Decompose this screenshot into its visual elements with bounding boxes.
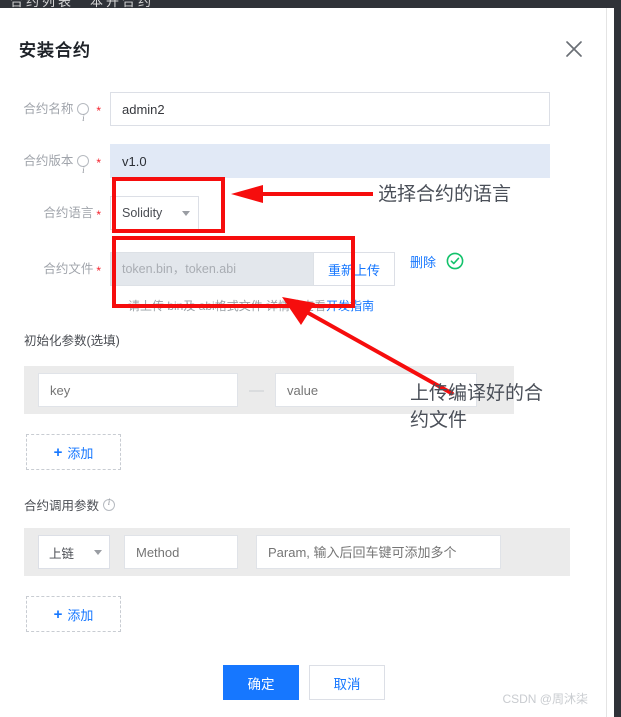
screenshot-root: 合约列表 本开合约 安装合约 合约名称 * 合约版本 <box>0 0 621 717</box>
init-param-value-input[interactable] <box>275 373 477 407</box>
contract-file-helper-prefix: 请上传 bin及 abi格式文件 详情请查看 <box>128 299 327 313</box>
plus-icon: + <box>53 605 63 623</box>
init-params-row: — <box>24 366 514 414</box>
delete-file-button[interactable]: 删除 <box>410 252 436 271</box>
page-right-edge-bar <box>614 0 621 717</box>
chevron-down-icon <box>94 549 102 555</box>
cancel-button[interactable]: 取消 <box>309 665 385 700</box>
contract-file-helper-text: 请上传 bin及 abi格式文件 详情请查看开发指南 <box>128 297 374 314</box>
contract-file-name-display: token.bin，token.abi <box>110 252 314 286</box>
confirm-button[interactable]: 确定 <box>223 665 299 700</box>
info-icon[interactable] <box>77 153 90 187</box>
contract-file-actions: 重新上传 <box>314 252 396 286</box>
field-row-contract-version: 合约版本 * <box>0 144 607 187</box>
chain-action-selected-value: 上链 <box>49 546 75 561</box>
plus-icon: + <box>53 443 63 461</box>
reupload-button[interactable]: 重新上传 <box>328 260 380 279</box>
add-call-param-label: 添加 <box>67 607 94 623</box>
dev-guide-link[interactable]: 开发指南 <box>326 299 374 313</box>
field-row-contract-language: 合约语言 * Solidity <box>0 196 607 230</box>
init-param-key-input[interactable] <box>38 373 238 407</box>
required-mark: * <box>96 208 101 222</box>
call-params-title: 合约调用参数 <box>24 495 119 514</box>
label-contract-file: 合约文件 * <box>0 252 110 286</box>
label-contract-language-text: 合约语言 <box>43 206 94 220</box>
contract-version-input[interactable] <box>110 144 550 178</box>
required-mark: * <box>96 104 101 118</box>
contract-language-selected-value: Solidity <box>122 206 163 220</box>
param-separator: — <box>249 381 264 399</box>
top-bar-fragment-left: 合约列表 <box>10 0 75 8</box>
init-params-title: 初始化参数(选填) <box>24 330 120 349</box>
info-icon[interactable] <box>77 101 90 135</box>
label-contract-version-text: 合约版本 <box>23 154 74 168</box>
dialog-title: 安装合约 <box>19 41 91 60</box>
close-icon[interactable] <box>563 38 585 60</box>
add-init-param-label: 添加 <box>67 445 94 461</box>
contract-name-input[interactable] <box>110 92 550 126</box>
csdn-watermark: CSDN @周沐柒 <box>502 692 588 706</box>
check-circle-icon <box>446 252 464 270</box>
chain-action-select[interactable]: 上链 <box>38 535 110 569</box>
top-bar-fragment-right: 本开合约 <box>90 0 155 8</box>
field-row-contract-file: 合约文件 * token.bin，token.abi 重新上传 删除 <box>0 252 607 286</box>
page-top-bar-fragment: 合约列表 本开合约 <box>0 0 621 8</box>
field-row-contract-name: 合约名称 * <box>0 92 607 135</box>
label-contract-name-text: 合约名称 <box>23 102 74 116</box>
method-input[interactable] <box>124 535 238 569</box>
label-contract-version: 合约版本 * <box>0 144 110 187</box>
contract-language-select[interactable]: Solidity <box>110 196 199 230</box>
dialog-header: 安装合约 <box>0 8 606 72</box>
init-params-title-text: 初始化参数(选填) <box>24 334 120 348</box>
label-contract-language: 合约语言 * <box>0 196 110 230</box>
required-mark: * <box>96 264 101 278</box>
install-contract-dialog: 安装合约 合约名称 * 合约版本 * <box>0 8 607 717</box>
chevron-down-icon <box>182 210 190 216</box>
call-params-title-text: 合约调用参数 <box>24 499 100 513</box>
add-init-param-button[interactable]: + 添加 <box>26 434 121 470</box>
call-params-row: 上链 <box>24 528 570 576</box>
required-mark: * <box>96 156 101 170</box>
label-contract-name: 合约名称 * <box>0 92 110 135</box>
param-input[interactable] <box>256 535 501 569</box>
info-icon[interactable] <box>103 497 116 511</box>
add-call-param-button[interactable]: + 添加 <box>26 596 121 632</box>
label-contract-file-text: 合约文件 <box>43 262 94 276</box>
